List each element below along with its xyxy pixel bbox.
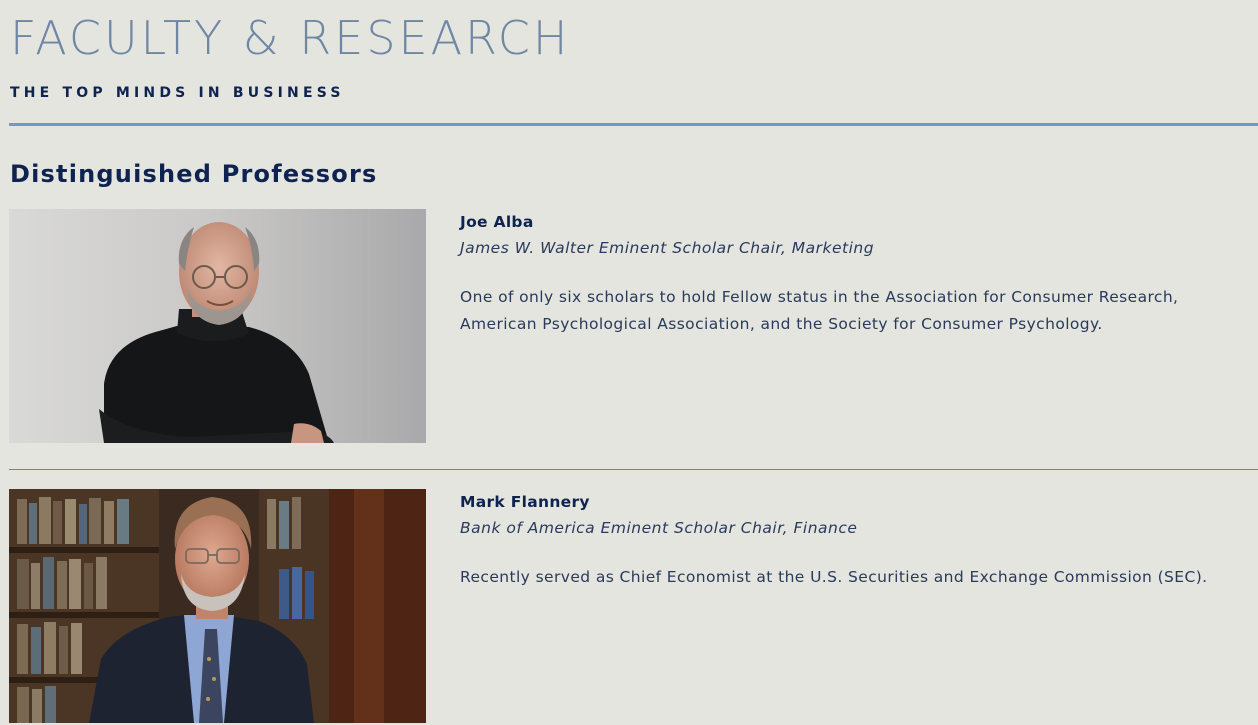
professor-name[interactable]: Joe Alba [460,213,1250,231]
professor-card: Joe Alba James W. Walter Eminent Scholar… [9,209,1258,443]
professor-description: Recently served as Chief Economist at th… [460,568,1208,586]
card-divider [9,469,1258,470]
page-title: FACULTY & RESEARCH [10,11,571,65]
professor-title: Bank of America Eminent Scholar Chair, F… [460,519,858,537]
professor-photo[interactable] [9,489,426,723]
header-divider [9,123,1258,126]
professor-name[interactable]: Mark Flannery [460,493,1250,511]
page-subtitle: THE TOP MINDS IN BUSINESS [10,85,345,101]
professor-description: One of only six scholars to hold Fellow … [460,288,1179,333]
section-heading: Distinguished Professors [10,160,378,188]
professor-info: Mark Flannery Bank of America Eminent Sc… [460,493,1250,591]
professor-info: Joe Alba James W. Walter Eminent Scholar… [460,213,1250,338]
professor-photo[interactable] [9,209,426,443]
professor-card: Mark Flannery Bank of America Eminent Sc… [9,489,1258,723]
professor-title: James W. Walter Eminent Scholar Chair, M… [460,239,875,257]
